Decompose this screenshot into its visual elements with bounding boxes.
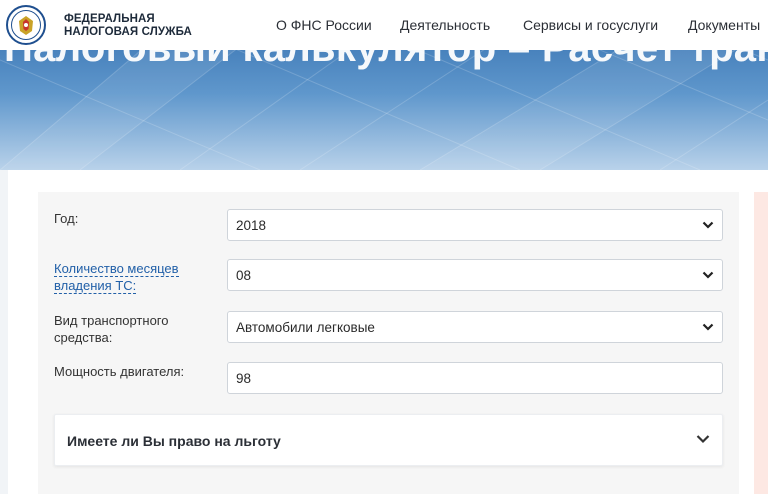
chevron-down-icon	[702, 271, 714, 279]
chevron-down-icon	[702, 221, 714, 229]
year-select[interactable]: 2018	[227, 209, 723, 241]
nav-services[interactable]: Сервисы и госуслуги	[523, 17, 658, 33]
vehicle-type-value: Автомобили легковые	[236, 320, 375, 335]
chevron-down-icon	[702, 323, 714, 331]
org-name[interactable]: ФЕДЕРАЛЬНАЯ НАЛОГОВАЯ СЛУЖБА	[64, 13, 192, 39]
benefit-accordion[interactable]: Имеете ли Вы право на льготу	[54, 414, 723, 466]
power-input[interactable]: 98	[227, 362, 723, 394]
nav-documents[interactable]: Документы	[688, 17, 760, 33]
power-value: 98	[236, 371, 252, 386]
vehicle-type-select[interactable]: Автомобили легковые	[227, 311, 723, 343]
side-panel-edge	[754, 192, 768, 494]
calculator-form: Год: 2018 Количество месяцев владения ТС…	[38, 192, 739, 494]
months-label-link[interactable]: Количество месяцев владения ТС:	[54, 261, 179, 294]
year-label: Год:	[54, 211, 79, 226]
benefit-accordion-title: Имеете ли Вы право на льготу	[67, 433, 281, 449]
months-label[interactable]: Количество месяцев владения ТС:	[54, 260, 204, 294]
months-value: 08	[236, 268, 252, 283]
chevron-down-icon[interactable]	[696, 434, 710, 444]
months-select[interactable]: 08	[227, 259, 723, 291]
org-name-line1: ФЕДЕРАЛЬНАЯ	[64, 13, 155, 25]
year-value: 2018	[236, 218, 267, 233]
calculator-card: Год: 2018 Количество месяцев владения ТС…	[8, 170, 768, 494]
nav-activity[interactable]: Деятельность	[400, 17, 490, 33]
site-header: ФЕДЕРАЛЬНАЯ НАЛОГОВАЯ СЛУЖБА О ФНС Росси…	[0, 0, 768, 50]
vehicle-type-label: Вид транспортного средства:	[54, 313, 169, 345]
power-label: Мощность двигателя:	[54, 364, 185, 379]
nav-about[interactable]: О ФНС России	[276, 17, 372, 33]
org-name-line2: НАЛОГОВАЯ СЛУЖБА	[64, 26, 192, 38]
emblem-icon[interactable]	[6, 5, 46, 45]
